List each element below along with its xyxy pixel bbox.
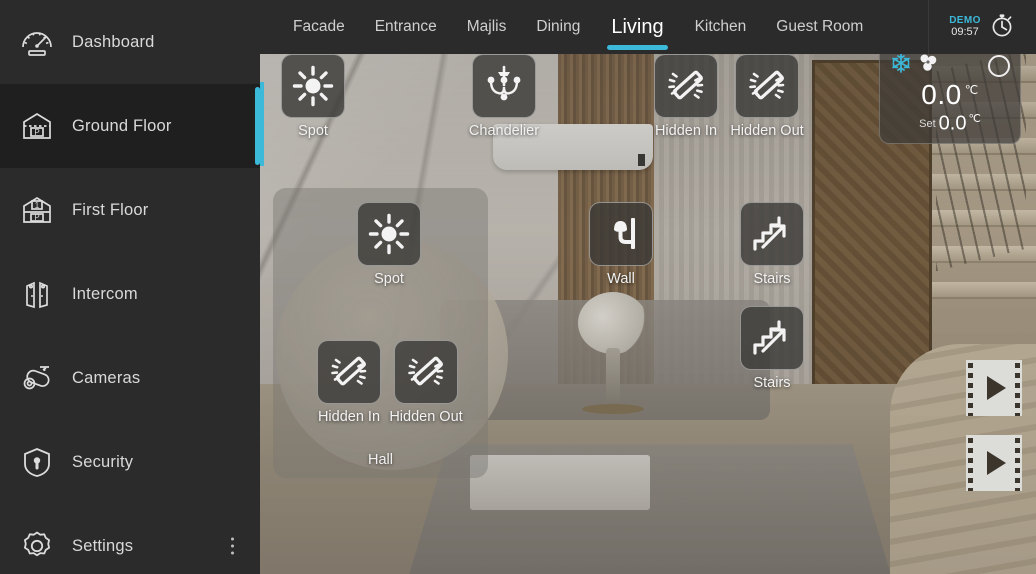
tab-dining[interactable]: Dining bbox=[521, 0, 595, 54]
sidebar-item-label: Intercom bbox=[72, 284, 138, 303]
play-triangle bbox=[986, 376, 1006, 400]
current-temp-unit: ℃ bbox=[964, 82, 979, 97]
play-triangle bbox=[986, 451, 1006, 475]
device-hidden-out-top[interactable]: Hidden Out bbox=[728, 54, 806, 139]
tab-label: Majlis bbox=[466, 18, 507, 35]
tab-majlis[interactable]: Majlis bbox=[452, 0, 522, 54]
strip-light-icon[interactable] bbox=[654, 54, 718, 118]
sidebar-item-cameras[interactable]: Cameras bbox=[0, 336, 260, 420]
device-spot-top[interactable]: Spot bbox=[274, 54, 352, 139]
intercom-icon bbox=[14, 271, 60, 317]
sidebar-item-ground-floor[interactable]: P Ground Floor bbox=[0, 84, 260, 168]
demo-clock: DEMO 09:57 bbox=[949, 15, 981, 39]
device-label: Hidden In bbox=[317, 409, 381, 425]
device-label: Spot bbox=[298, 123, 328, 139]
device-label: Hidden Out bbox=[730, 123, 804, 139]
device-chandelier[interactable]: Chandelier bbox=[465, 54, 543, 139]
film-play-icon-top[interactable] bbox=[966, 360, 1022, 416]
set-temperature[interactable]: Set 0.0 ℃ bbox=[880, 112, 1020, 136]
sidebar-item-intercom[interactable]: Intercom bbox=[0, 252, 260, 336]
active-tab-underline bbox=[607, 45, 668, 50]
sidebar-item-label: Ground Floor bbox=[72, 116, 172, 135]
tab-label: Facade bbox=[293, 18, 345, 35]
clock-time: 09:57 bbox=[951, 26, 979, 39]
device-hidden-in-hall[interactable]: Hidden In bbox=[310, 340, 388, 425]
topbar: Facade Entrance Majlis Dining Living Kit… bbox=[260, 0, 1036, 54]
sidebar-item-label: First Floor bbox=[72, 200, 149, 219]
current-temperature: 0.0 ℃ bbox=[880, 81, 1020, 109]
sidebar-item-security[interactable]: Security bbox=[0, 420, 260, 504]
svg-text:1: 1 bbox=[35, 201, 40, 210]
gear-icon bbox=[14, 523, 60, 569]
device-label: Hidden Out bbox=[389, 409, 463, 425]
device-label: Wall bbox=[607, 271, 635, 287]
device-stairs-upper[interactable]: Stairs bbox=[733, 202, 811, 287]
sidebar-item-first-floor[interactable]: 1 P First Floor bbox=[0, 168, 260, 252]
climate-widget[interactable]: 0.0 ℃ Set 0.0 ℃ bbox=[879, 43, 1021, 144]
device-stairs-lower[interactable]: Stairs bbox=[733, 306, 811, 391]
power-circle-icon[interactable] bbox=[988, 54, 1010, 77]
spot-light-icon[interactable] bbox=[281, 54, 345, 118]
sidebar-item-label: Cameras bbox=[72, 368, 141, 387]
strip-light-icon[interactable] bbox=[735, 54, 799, 118]
device-hidden-in-top[interactable]: Hidden In bbox=[647, 54, 725, 139]
spot-light-icon[interactable] bbox=[357, 202, 421, 266]
chandelier-icon[interactable] bbox=[472, 54, 536, 118]
room-tabs: Facade Entrance Majlis Dining Living Kit… bbox=[260, 0, 928, 54]
device-hidden-out-hall[interactable]: Hidden Out bbox=[387, 340, 465, 425]
sidebar-item-label: Security bbox=[72, 452, 134, 471]
set-label: Set bbox=[919, 117, 936, 130]
device-spot-hall[interactable]: Spot bbox=[350, 202, 428, 287]
device-wall[interactable]: Wall bbox=[582, 202, 660, 287]
tab-label: Kitchen bbox=[694, 18, 747, 35]
tab-label: Living bbox=[611, 15, 664, 38]
ground-floor-icon: P bbox=[14, 103, 60, 149]
hall-group-label: Hall bbox=[368, 452, 393, 468]
device-label: Spot bbox=[374, 271, 404, 287]
sidebar-item-label: Dashboard bbox=[72, 32, 155, 51]
tab-label: Guest Room bbox=[776, 18, 864, 35]
set-temp-unit: ℃ bbox=[968, 113, 981, 125]
first-floor-icon: 1 P bbox=[14, 187, 60, 233]
sidebar-item-dashboard[interactable]: Dashboard bbox=[0, 0, 260, 84]
strip-light-icon[interactable] bbox=[317, 340, 381, 404]
tab-entrance[interactable]: Entrance bbox=[360, 0, 452, 54]
stairs-icon[interactable] bbox=[740, 202, 804, 266]
strip-light-icon[interactable] bbox=[394, 340, 458, 404]
app-root: Dashboard P Ground Floor 1 P First Floor… bbox=[0, 0, 1036, 574]
camera-icon bbox=[14, 355, 60, 401]
room-view: Hall Facade Entrance Majlis Dining Livin… bbox=[260, 0, 1036, 574]
snowflake-icon[interactable] bbox=[890, 52, 912, 79]
settings-more-icon[interactable] bbox=[231, 537, 234, 555]
demo-timer[interactable]: DEMO 09:57 bbox=[928, 0, 1036, 54]
wall-lamp-icon[interactable] bbox=[589, 202, 653, 266]
svg-text:P: P bbox=[34, 128, 39, 137]
set-temp-value: 0.0 bbox=[938, 112, 967, 135]
tab-guest-room[interactable]: Guest Room bbox=[761, 0, 878, 54]
film-play-icon-bottom[interactable] bbox=[966, 435, 1022, 491]
device-label: Stairs bbox=[753, 375, 791, 391]
tab-kitchen[interactable]: Kitchen bbox=[680, 0, 762, 54]
device-label: Chandelier bbox=[468, 123, 540, 139]
svg-text:P: P bbox=[34, 213, 39, 222]
stopwatch-icon[interactable] bbox=[988, 11, 1016, 44]
demo-badge: DEMO bbox=[949, 14, 981, 26]
sidebar-item-label: Settings bbox=[72, 536, 134, 555]
sidebar-item-settings[interactable]: Settings bbox=[0, 504, 260, 574]
tab-label: Dining bbox=[536, 18, 581, 35]
current-temp-value: 0.0 bbox=[921, 79, 962, 110]
shield-lock-icon bbox=[14, 439, 60, 485]
gauge-icon bbox=[14, 19, 60, 65]
tab-facade[interactable]: Facade bbox=[278, 0, 360, 54]
tab-label: Entrance bbox=[374, 18, 437, 35]
sidebar: Dashboard P Ground Floor 1 P First Floor… bbox=[0, 0, 260, 574]
active-floor-accent bbox=[260, 82, 264, 166]
fan-icon[interactable] bbox=[916, 52, 940, 79]
stairs-icon[interactable] bbox=[740, 306, 804, 370]
device-label: Stairs bbox=[753, 271, 791, 287]
tab-living[interactable]: Living bbox=[595, 0, 679, 54]
device-label: Hidden In bbox=[654, 123, 718, 139]
